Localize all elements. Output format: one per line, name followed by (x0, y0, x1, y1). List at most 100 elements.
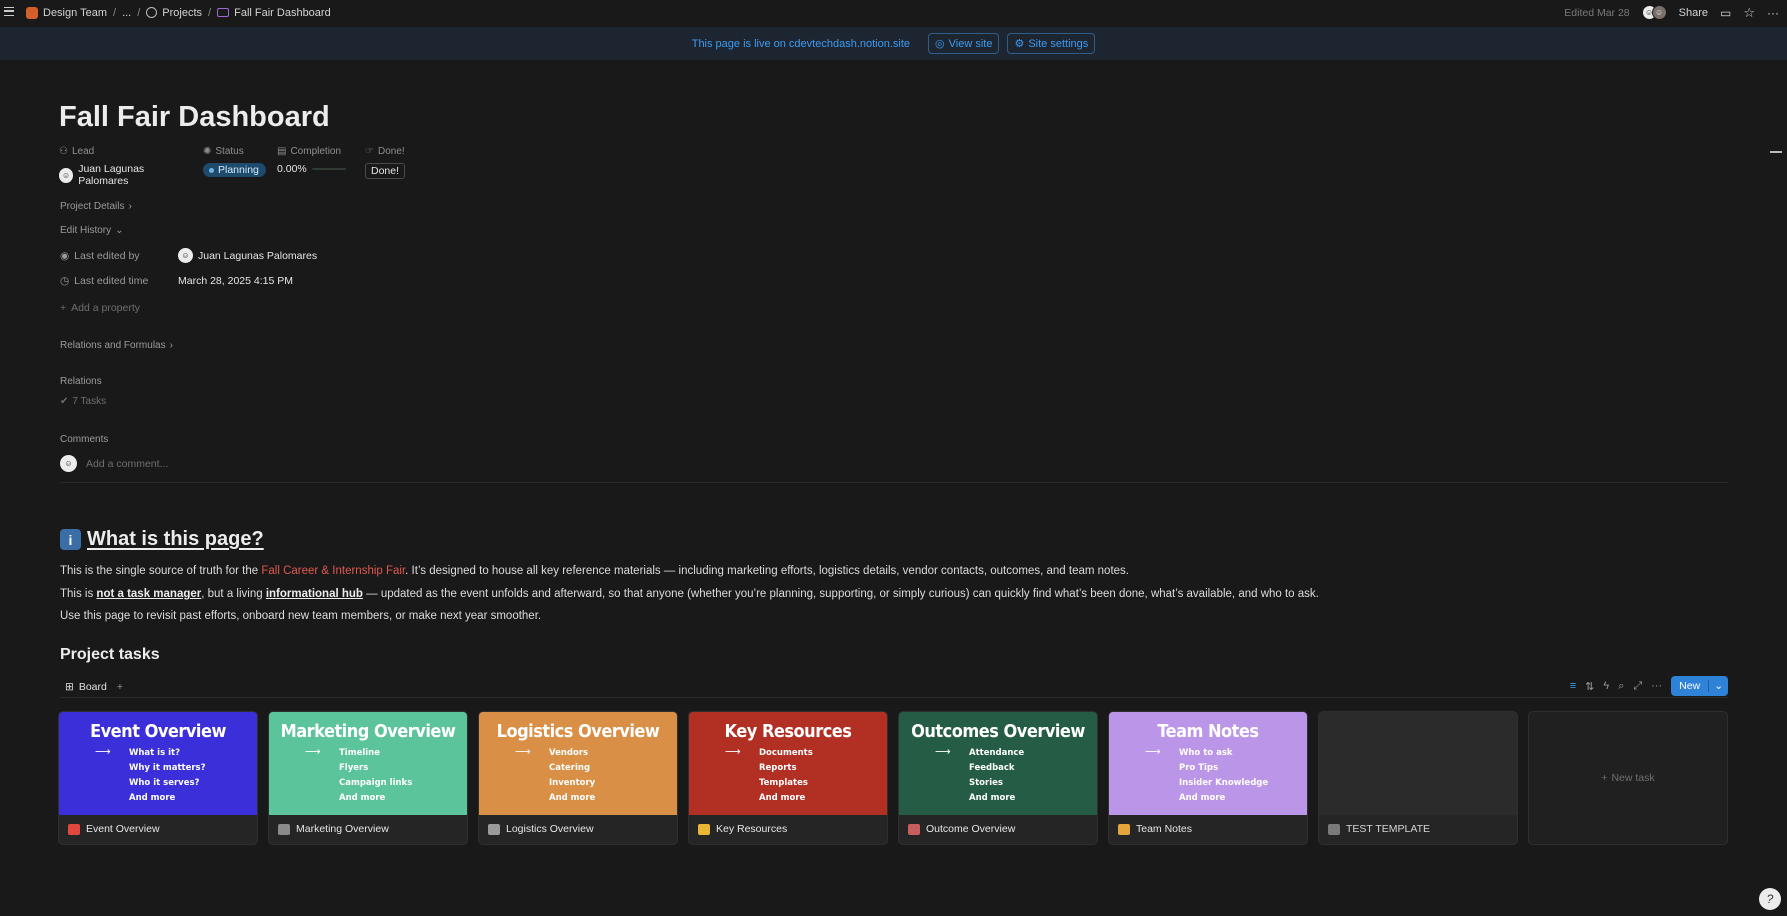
avatar-stack[interactable]: ☺ ☺ (1641, 5, 1667, 20)
breadcrumb-current[interactable]: Fall Fair Dashboard (217, 7, 331, 19)
card-title: Marketing Overview (278, 823, 389, 835)
completion-value[interactable]: 0.00% (277, 163, 353, 175)
cover-title: Key Resources (724, 721, 852, 742)
search-icon[interactable]: ⌕ (1618, 680, 1624, 693)
cover-items: Vendors Catering Inventory And more (549, 746, 595, 806)
site-settings-button[interactable]: ⚙ Site settings (1007, 33, 1096, 54)
fair-link[interactable]: Fall Career & Internship Fair (261, 565, 405, 577)
cover-title: Logistics Overview (496, 721, 660, 742)
expand-icon[interactable]: ⤢ (1633, 680, 1642, 693)
arrow-icon: ⟶ (515, 745, 531, 758)
help-icon[interactable]: ? (1759, 888, 1781, 910)
published-banner: This page is live on cdevtechdash.notion… (0, 27, 1787, 60)
property-done: ☞ Done! Done! (365, 146, 406, 179)
breadcrumb-projects[interactable]: Projects (146, 7, 202, 19)
globe-icon: ◎ (935, 38, 945, 50)
divider (60, 482, 1728, 483)
view-bar: ⊞ Board + ≡ ⇅ ϟ ⌕ ⤢ ··· New ⌄ (60, 676, 1728, 698)
cover-item: Documents (759, 748, 813, 758)
project-tasks-heading: Project tasks (60, 646, 160, 663)
cover-item: Why it matters? (129, 763, 206, 773)
comment-icon[interactable]: ▭ (1720, 6, 1731, 20)
card-name: Team Notes (1136, 823, 1193, 835)
chevron-right-icon: › (128, 201, 132, 212)
more-icon[interactable]: ··· (1767, 6, 1779, 20)
relations-heading: Relations (60, 376, 102, 387)
task-card[interactable]: Key Resources ⟶ Documents Reports Templates A… (688, 711, 888, 845)
avatar: ☺ (178, 248, 193, 263)
tasks-relation[interactable]: ✔ 7 Tasks (60, 396, 106, 407)
task-card[interactable]: Logistics Overview ⟶ Vendors Catering Invent… (478, 711, 678, 845)
cover-item: Catering (549, 763, 591, 773)
card-emoji-icon (1118, 823, 1130, 835)
cover-items: What is it? Why it matters? Who it serves?… (129, 746, 206, 806)
cover-title: Marketing Overview (280, 721, 456, 742)
cover-item: Stories (969, 778, 1003, 788)
card-title: Key Resources (698, 823, 787, 835)
gear-icon: ⚙ (1014, 38, 1025, 50)
cover-items: Who to ask Pro Tips Insider Knowledge And m… (1179, 746, 1268, 806)
card-cover-image: Key Resources ⟶ Documents Reports Templates A… (689, 712, 887, 815)
cover-item: And more (129, 793, 176, 803)
task-card[interactable]: Team Notes ⟶ Who to ask Pro Tips Insider Kno… (1108, 711, 1308, 845)
card-emoji-icon (908, 823, 920, 835)
filter-icon[interactable]: ≡ (1570, 680, 1576, 692)
card-cover-image: Marketing Overview ⟶ Timeline Flyers Campaig… (269, 712, 467, 815)
project-details-toggle[interactable]: Project Details › (60, 201, 132, 212)
more-icon[interactable]: ··· (1651, 680, 1662, 692)
new-task-card[interactable]: + New task (1528, 711, 1728, 845)
breadcrumb-workspace[interactable]: Design Team (26, 6, 107, 19)
clock-icon: ◷ (60, 275, 70, 287)
cover-title: Event Overview (90, 721, 226, 742)
comment-input[interactable]: ☺ Add a comment... (60, 455, 168, 472)
property-completion: ▤ Completion 0.00% (277, 146, 353, 187)
done-button[interactable]: Done! (365, 163, 406, 179)
table-of-contents-icon[interactable] (1770, 151, 1782, 153)
relations-formulas-toggle[interactable]: Relations and Formulas › (60, 340, 173, 351)
sort-icon[interactable]: ⇅ (1585, 680, 1594, 693)
task-card[interactable]: Marketing Overview ⟶ Timeline Flyers Campaig… (268, 711, 468, 845)
cover-item: Reports (759, 763, 797, 773)
cover-item: Attendance (969, 748, 1025, 758)
last-edited-time-row[interactable]: ◷ Last edited time March 28, 2025 4:15 PM (60, 275, 293, 287)
card-title: TEST TEMPLATE (1328, 823, 1430, 835)
cover-title: Team Notes (1157, 721, 1259, 742)
lead-value[interactable]: ☺ Juan Lagunas Palomares (59, 163, 191, 187)
cover-item: Who to ask (1179, 748, 1233, 758)
chevron-down-icon[interactable]: ⌄ (1709, 680, 1728, 692)
breadcrumb-ellipsis[interactable]: ... (122, 7, 131, 19)
last-edited-by-row[interactable]: ◉ Last edited by ☺ Juan Lagunas Palomares (60, 248, 317, 263)
cover-items: Timeline Flyers Campaign links And more (339, 746, 412, 806)
card-emoji-icon (1328, 823, 1340, 835)
chevron-down-icon: ⌄ (115, 225, 124, 236)
share-button[interactable]: Share (1679, 7, 1708, 19)
task-card[interactable]: Event Overview ⟶ What is it? Why it matters… (58, 711, 258, 845)
status-icon: ✺ (203, 146, 212, 157)
edit-history-toggle[interactable]: Edit History ⌄ (60, 225, 124, 236)
board-view-tab[interactable]: ⊞ Board (60, 681, 107, 693)
sidebar-toggle-icon[interactable] (4, 7, 14, 16)
button-icon: ☞ (365, 146, 374, 157)
arrow-icon: ⟶ (95, 745, 111, 758)
card-name: Outcome Overview (926, 823, 1016, 835)
add-property-button[interactable]: + Add a property (60, 302, 140, 314)
automation-icon[interactable]: ϟ (1603, 680, 1609, 692)
view-site-button[interactable]: ◎ View site (928, 33, 1000, 54)
cover-item: And more (339, 793, 386, 803)
page-title[interactable]: Fall Fair Dashboard (59, 101, 330, 134)
star-icon[interactable]: ☆ (1743, 5, 1755, 21)
about-paragraph-3: Use this page to revisit past efforts, o… (60, 610, 542, 622)
add-view-icon[interactable]: + (117, 681, 123, 693)
task-card[interactable]: Outcomes Overview ⟶ Attendance Feedback Stor… (898, 711, 1098, 845)
new-button[interactable]: New ⌄ (1671, 676, 1728, 696)
board-icon: ⊞ (65, 680, 74, 693)
card-name: Marketing Overview (296, 823, 389, 835)
cover-items: Attendance Feedback Stories And more (969, 746, 1024, 806)
workspace-icon (26, 6, 38, 19)
task-card[interactable]: TEST TEMPLATE (1318, 711, 1518, 845)
status-select[interactable]: Planning (203, 163, 266, 177)
card-title: Event Overview (68, 823, 160, 835)
edited-timestamp: Edited Mar 28 (1564, 6, 1630, 19)
cover-item: Pro Tips (1179, 763, 1219, 773)
card-title: Outcome Overview (908, 823, 1015, 835)
